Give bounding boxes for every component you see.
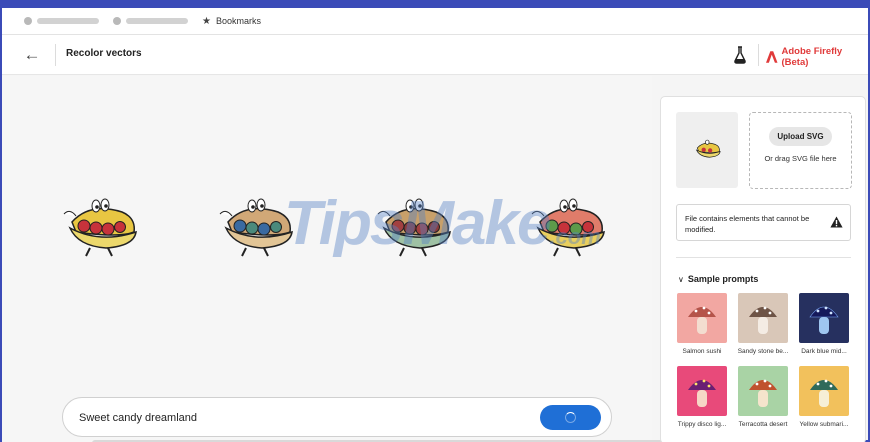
warning-icon	[830, 216, 843, 228]
sample-prompts-toggle[interactable]: ∨ Sample prompts	[678, 274, 758, 284]
sample-prompt-tile[interactable]: Yellow submari...	[799, 366, 849, 428]
prompt-input[interactable]	[79, 407, 519, 429]
sample-label: Sandy stone be...	[737, 348, 789, 355]
mushroom-icon	[749, 306, 777, 334]
bookmark-item[interactable]	[24, 17, 99, 25]
divider	[55, 44, 56, 66]
mushroom-icon	[688, 379, 716, 407]
warning-text: File contains elements that cannot be mo…	[685, 214, 810, 234]
bookmarks-bar: ★ Bookmarks	[2, 8, 868, 35]
sample-prompt-tile[interactable]: Trippy disco lig...	[677, 366, 727, 428]
hotdog-thumbnail-icon	[695, 139, 721, 158]
sample-thumbnail	[799, 293, 849, 343]
sample-thumbnail	[738, 366, 788, 416]
sample-label: Dark blue mid...	[801, 348, 847, 355]
sample-label: Terracotta desert	[738, 421, 788, 428]
adobe-logo-icon	[766, 51, 778, 63]
favicon-icon	[24, 17, 32, 25]
sample-label: Yellow submari...	[799, 421, 849, 428]
chevron-down-icon: ∨	[678, 274, 684, 284]
sample-prompt-tile[interactable]: Sandy stone be...	[738, 293, 788, 355]
sample-prompt-tile[interactable]: Terracotta desert	[738, 366, 788, 428]
mushroom-icon	[809, 306, 839, 334]
sample-label: Salmon sushi	[682, 348, 722, 355]
settings-panel: Upload SVG Or drag SVG file here File co…	[660, 96, 866, 442]
sample-thumbnail	[677, 366, 727, 416]
brand-name: Adobe Firefly (Beta)	[781, 46, 843, 68]
recolor-variation-3[interactable]	[374, 192, 458, 258]
drag-hint: Or drag SVG file here	[764, 154, 837, 163]
bookmark-item[interactable]	[113, 17, 188, 25]
sample-prompt-tile[interactable]: Dark blue mid...	[799, 293, 849, 355]
recolor-variation-2[interactable]	[216, 192, 300, 258]
uploaded-svg-thumbnail	[676, 112, 738, 188]
sample-thumbnail	[677, 293, 727, 343]
prompt-bar	[62, 397, 612, 437]
mushroom-icon	[810, 379, 838, 407]
back-arrow-icon[interactable]: ←	[20, 45, 44, 65]
star-icon: ★	[202, 15, 211, 27]
brand-logo: Adobe Firefly (Beta)	[766, 46, 868, 68]
sample-prompt-tile[interactable]: Salmon sushi	[677, 293, 727, 355]
sample-prompts-heading: Sample prompts	[687, 274, 759, 284]
svg-drop-zone[interactable]: Upload SVG Or drag SVG file here	[749, 112, 852, 189]
warning-alert: File contains elements that cannot be mo…	[676, 204, 851, 241]
favicon-icon	[113, 17, 121, 25]
sample-label: Trippy disco lig...	[677, 421, 727, 428]
divider	[758, 44, 759, 66]
recolor-variation-1[interactable]	[60, 192, 144, 258]
mushroom-icon	[688, 306, 716, 334]
recolor-variation-4[interactable]	[528, 192, 612, 258]
app-bar: ← Recolor vectors Adobe Firefly (Beta)	[2, 35, 868, 75]
canvas-area: TipsMake.com	[2, 76, 652, 442]
bookmarks-folder[interactable]: ★ Bookmarks	[202, 16, 261, 27]
bookmark-label-redacted	[37, 18, 99, 24]
divider	[676, 257, 851, 258]
page-title: Recolor vectors	[66, 48, 142, 59]
bookmark-label-redacted	[126, 18, 188, 24]
generate-button[interactable]	[540, 405, 601, 430]
bookmarks-label: Bookmarks	[215, 16, 261, 26]
loading-spinner-icon	[565, 412, 576, 423]
flask-icon[interactable]	[733, 46, 747, 64]
sample-thumbnail	[738, 293, 788, 343]
mushroom-icon	[749, 379, 777, 407]
sample-thumbnail	[799, 366, 849, 416]
upload-svg-button[interactable]: Upload SVG	[769, 127, 832, 146]
